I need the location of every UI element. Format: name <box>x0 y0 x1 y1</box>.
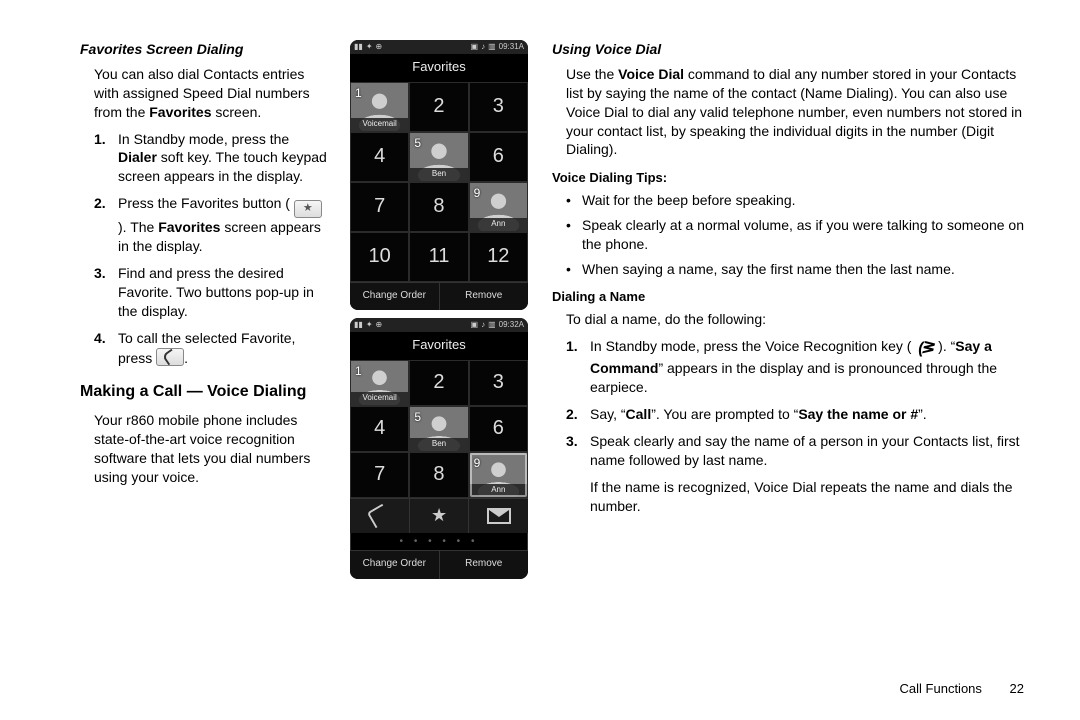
voice-tips-list: Wait for the beep before speaking. Speak… <box>552 191 1024 279</box>
step-body: Say, “Call”. You are prompted to “Say th… <box>590 405 1024 424</box>
step-body: Speak clearly and say the name of a pers… <box>590 432 1024 470</box>
favorite-cell[interactable]: 3 <box>469 360 528 406</box>
step-number: 1. <box>94 130 118 187</box>
status-time: 09:32A <box>499 320 524 331</box>
star-icon: ★ <box>294 200 322 218</box>
dialing-name-intro: To dial a name, do the following: <box>566 310 1024 329</box>
screen-title: Favorites <box>350 332 528 360</box>
phone-mock-favorites-selected: ▮▮✦⊕ ▣♪▥09:32A Favorites 1Voicemail 2 3 … <box>350 318 528 579</box>
softkey-change-order[interactable]: Change Order <box>350 551 439 579</box>
voice-dialing-heading: Making a Call — Voice Dialing <box>80 381 328 403</box>
favorite-cell[interactable]: 7 <box>350 182 409 232</box>
softkey-bar: Change Order Remove <box>350 550 528 579</box>
favorite-cell[interactable]: 4 <box>350 132 409 182</box>
footer-section: Call Functions <box>900 681 982 696</box>
favorite-cell[interactable]: 3 <box>469 82 528 132</box>
favorite-cell-selected[interactable]: 9Ann <box>469 452 528 498</box>
favorite-cell[interactable]: 2 <box>409 360 468 406</box>
phone-screenshots-column: ▮▮✦⊕ ▣♪▥09:31A Favorites 1Voicemail 2 3 … <box>350 40 530 660</box>
voice-dialing-intro: Your r860 mobile phone includes state-of… <box>94 411 328 487</box>
step-number: 2. <box>94 194 118 256</box>
signal-icon: ▮▮ <box>354 320 363 331</box>
tip-item: Speak clearly at a normal volume, as if … <box>552 216 1024 254</box>
step-number: 4. <box>94 329 118 368</box>
step-body: In Standby mode, press the Voice Recogni… <box>590 337 1024 397</box>
step-body: To call the selected Favorite, press . <box>118 329 328 368</box>
step-body: In Standby mode, press the Dialer soft k… <box>118 130 328 187</box>
favorite-cell[interactable]: 1Voicemail <box>350 82 409 132</box>
phone-mock-favorites-grid: ▮▮✦⊕ ▣♪▥09:31A Favorites 1Voicemail 2 3 … <box>350 40 528 310</box>
manual-page: Favorites Screen Dialing You can also di… <box>0 0 1080 720</box>
voice-dial-description: Use the Voice Dial command to dial any n… <box>566 65 1024 159</box>
voice-recognition-icon: (ᕒ <box>918 338 931 360</box>
step-number: 1. <box>566 337 590 397</box>
tip-item: Wait for the beep before speaking. <box>552 191 1024 210</box>
call-icon <box>367 503 392 528</box>
favorites-grid: 1Voicemail 2 3 4 5Ben 6 7 8 9Ann <box>350 360 528 498</box>
favorites-intro: You can also dial Contacts entries with … <box>94 65 328 122</box>
favorite-cell[interactable]: 11 <box>409 232 468 282</box>
popup-action-bar: ★ <box>350 498 528 533</box>
step-body: Find and press the desired Favorite. Two… <box>118 264 328 321</box>
favorite-cell[interactable]: 2 <box>409 82 468 132</box>
popup-message-button[interactable] <box>468 499 528 533</box>
voice-tips-heading: Voice Dialing Tips: <box>552 169 1024 187</box>
page-footer: Call Functions 22 <box>900 680 1024 698</box>
step-number: 2. <box>566 405 590 424</box>
favorite-cell[interactable]: 6 <box>469 132 528 182</box>
favorite-cell[interactable]: 1Voicemail <box>350 360 409 406</box>
favorite-cell[interactable]: 4 <box>350 406 409 452</box>
tip-item: When saying a name, say the first name t… <box>552 260 1024 279</box>
softkey-bar: Change Order Remove <box>350 282 528 311</box>
right-column: Using Voice Dial Use the Voice Dial comm… <box>552 40 1024 660</box>
star-icon: ★ <box>431 503 447 527</box>
popup-favorite-button[interactable]: ★ <box>409 499 469 533</box>
call-icon <box>156 348 184 366</box>
favorite-cell[interactable]: 7 <box>350 452 409 498</box>
favorite-cell[interactable]: 12 <box>469 232 528 282</box>
left-column: Favorites Screen Dialing You can also di… <box>80 40 328 660</box>
popup-call-button[interactable] <box>350 499 409 533</box>
screen-title: Favorites <box>350 54 528 82</box>
favorites-steps: 1. In Standby mode, press the Dialer sof… <box>80 130 328 368</box>
favorites-grid: 1Voicemail 2 3 4 5Ben 6 7 8 9Ann 10 11 1… <box>350 82 528 282</box>
dial-name-result: If the name is recognized, Voice Dial re… <box>590 478 1024 516</box>
favorite-cell[interactable]: 8 <box>409 452 468 498</box>
mail-icon <box>487 508 511 524</box>
status-bar: ▮▮✦⊕ ▣♪▥09:31A <box>350 40 528 54</box>
signal-icon: ▮▮ <box>354 42 363 53</box>
softkey-remove[interactable]: Remove <box>439 283 529 311</box>
battery-icon: ▥ <box>488 42 496 53</box>
favorites-dialing-heading: Favorites Screen Dialing <box>80 40 328 59</box>
favorite-cell[interactable]: 8 <box>409 182 468 232</box>
using-voice-dial-heading: Using Voice Dial <box>552 40 1024 59</box>
step-body: Press the Favorites button ( ★ ). The Fa… <box>118 194 328 256</box>
favorite-cell[interactable]: 5Ben <box>409 132 468 182</box>
softkey-change-order[interactable]: Change Order <box>350 283 439 311</box>
status-time: 09:31A <box>499 42 524 53</box>
step-number: 3. <box>94 264 118 321</box>
status-bar: ▮▮✦⊕ ▣♪▥09:32A <box>350 318 528 332</box>
page-number: 22 <box>1010 681 1024 696</box>
step-number: 3. <box>566 432 590 470</box>
softkey-remove[interactable]: Remove <box>439 551 529 579</box>
favorite-cell[interactable]: 10 <box>350 232 409 282</box>
dialing-name-heading: Dialing a Name <box>552 288 1024 306</box>
battery-icon: ▥ <box>488 320 496 331</box>
dial-name-steps: 1. In Standby mode, press the Voice Reco… <box>552 337 1024 470</box>
favorite-cell[interactable]: 9Ann <box>469 182 528 232</box>
row-overflow-icon: • • • • • • <box>350 533 528 551</box>
favorite-cell[interactable]: 5Ben <box>409 406 468 452</box>
favorite-cell[interactable]: 6 <box>469 406 528 452</box>
